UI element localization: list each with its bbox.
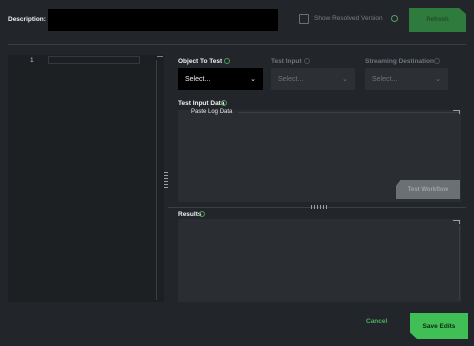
editor-scroll-mark	[459, 110, 460, 114]
editor-scrollbar[interactable]	[156, 60, 157, 300]
info-icon[interactable]	[434, 58, 440, 64]
chevron-down-icon: ⌄	[250, 76, 256, 83]
editor-active-line[interactable]	[48, 56, 140, 64]
info-icon[interactable]	[199, 211, 205, 217]
chevron-down-icon: ⌄	[342, 76, 348, 83]
editor-scroll-mark	[459, 220, 460, 224]
test-input-label: Test Input	[271, 58, 302, 65]
object-to-test-value: Select...	[185, 75, 211, 83]
test-input-data-label: Test Input Data	[178, 100, 225, 107]
info-icon[interactable]	[391, 15, 398, 22]
results-panel[interactable]	[178, 219, 461, 302]
results-label: Results	[178, 211, 202, 218]
streaming-destination-select[interactable]: Select... ⌄	[365, 68, 448, 90]
code-editor[interactable]	[8, 55, 164, 302]
header-divider	[8, 44, 466, 45]
chevron-down-icon: ⌄	[435, 76, 441, 83]
streaming-destination-value: Select...	[372, 75, 398, 83]
object-to-test-label: Object To Test	[178, 58, 223, 65]
info-icon[interactable]	[221, 100, 227, 106]
show-resolved-label: Show Resolved Version	[314, 15, 383, 22]
refresh-button[interactable]: Refresh	[409, 8, 466, 32]
description-label: Description:	[8, 16, 46, 23]
line-number: 1	[30, 57, 34, 64]
test-input-data-border	[238, 112, 460, 113]
streaming-destination-label: Streaming Destination	[365, 58, 434, 65]
info-icon[interactable]	[224, 58, 230, 64]
paste-log-data-button[interactable]: Paste Log Data	[191, 109, 232, 115]
info-icon[interactable]	[304, 58, 310, 64]
test-input-value: Select...	[278, 75, 304, 83]
horizontal-resize-handle[interactable]	[311, 205, 327, 209]
description-input[interactable]	[48, 9, 278, 31]
vertical-resize-handle[interactable]	[164, 172, 168, 188]
editor-scroll-mark	[157, 56, 163, 57]
test-input-select[interactable]: Select... ⌄	[271, 68, 355, 90]
show-resolved-checkbox[interactable]	[299, 14, 309, 24]
save-edits-button[interactable]: Save Edits	[410, 313, 468, 339]
results-scrollbar[interactable]	[459, 226, 460, 300]
object-to-test-select[interactable]: Select... ⌄	[178, 68, 263, 90]
test-workflow-button[interactable]: Test Workflow	[396, 180, 460, 199]
cancel-button[interactable]: Cancel	[366, 318, 387, 325]
